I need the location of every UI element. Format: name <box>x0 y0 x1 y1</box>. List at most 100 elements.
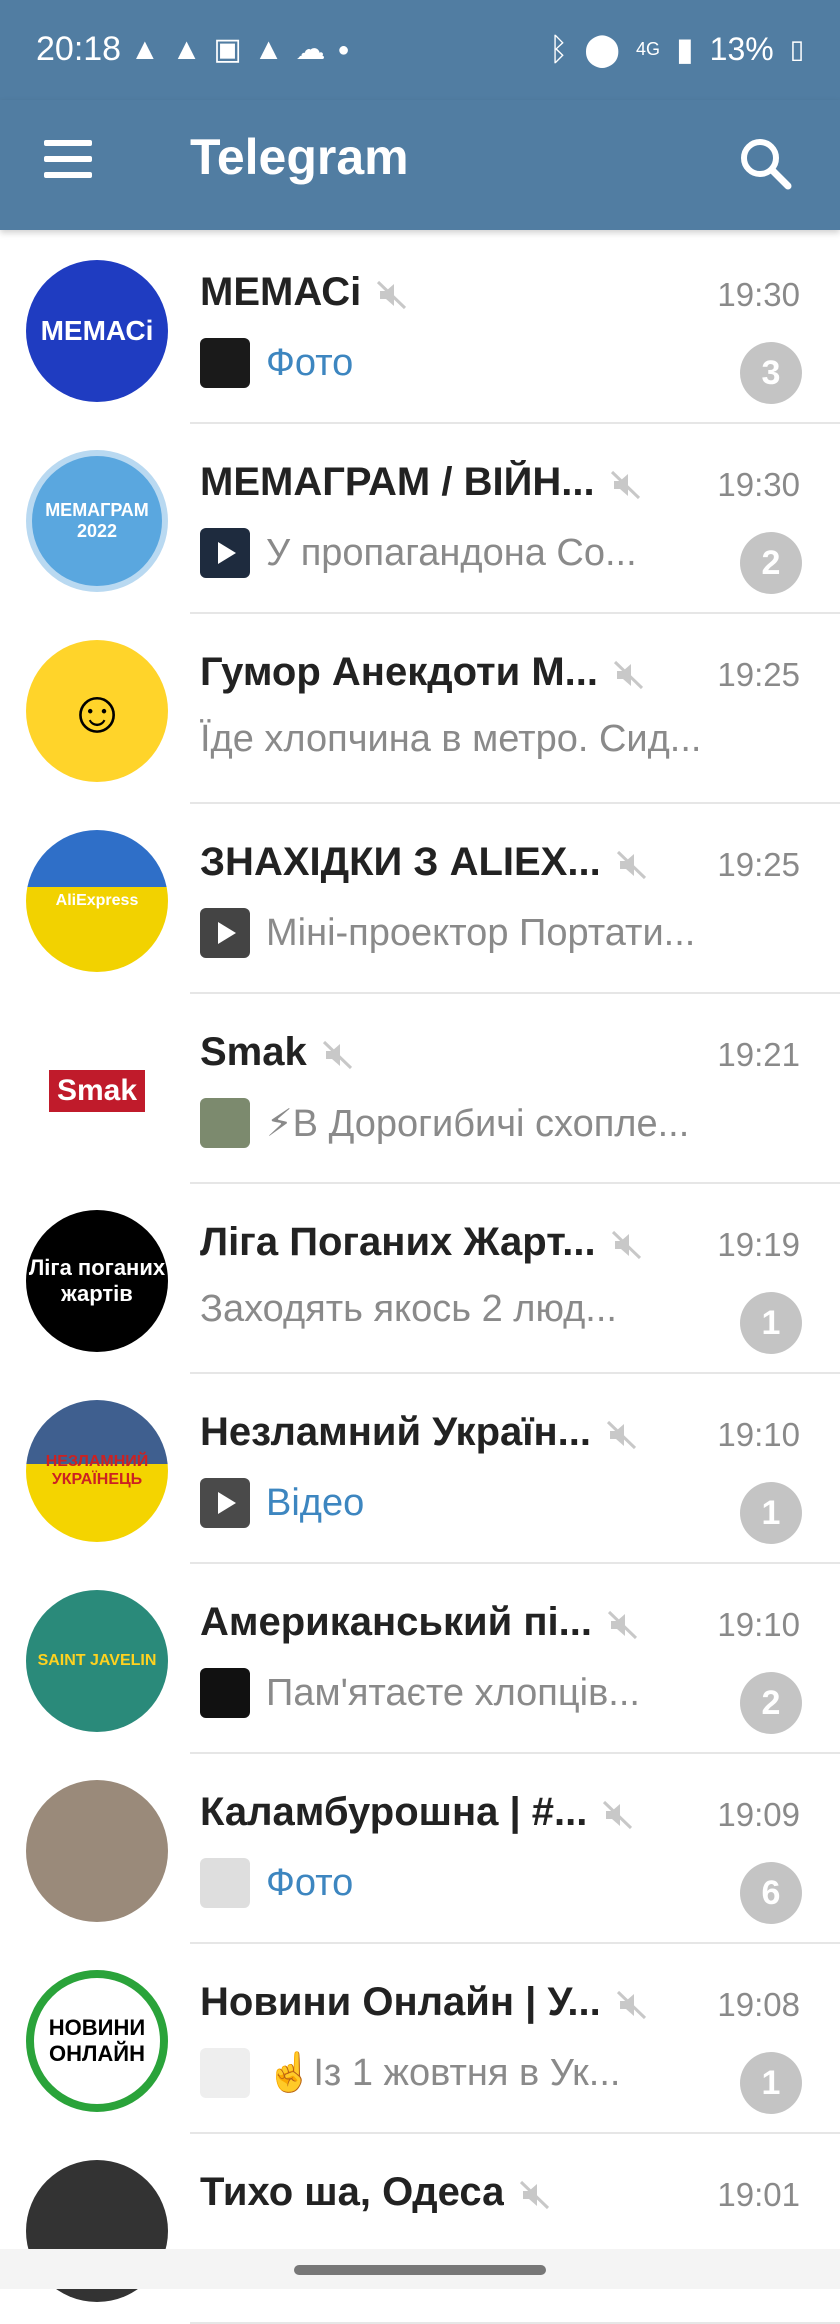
chat-title: МЕМАСі <box>200 270 362 314</box>
video-thumbnail <box>200 528 250 578</box>
chat-row[interactable]: Smak Smak 19:21 ⚡В Дорогибичі схопле... <box>0 994 840 1184</box>
media-thumbnail <box>200 1858 250 1908</box>
avatar-logo-text: Smak <box>48 1070 146 1112</box>
preview-text: Пам'ятаєте хлопців... <box>266 1671 640 1714</box>
bluetooth-icon: ᛒ <box>549 30 569 67</box>
chat-avatar[interactable]: МЕМАСі <box>26 260 168 402</box>
message-preview: Відео <box>200 1478 364 1528</box>
unread-badge: 6 <box>740 1862 802 1924</box>
chat-avatar[interactable]: SAINT JAVELIN <box>26 1590 168 1732</box>
media-thumbnail <box>200 1668 250 1718</box>
chat-title: ЗНАХІДКИ З ALIEX... <box>200 840 601 884</box>
muted-icon <box>611 1230 642 1260</box>
chat-row[interactable]: МЕМАСі МЕМАСі 19:30 Фото 3 <box>0 234 840 424</box>
image-icon: ▣ <box>213 33 242 66</box>
avatar-logo-text: SAINT JAVELIN <box>37 1652 157 1669</box>
chat-avatar[interactable]: Smak <box>26 1020 168 1162</box>
chat-time: 19:30 <box>717 466 800 503</box>
chat-title: Американський пі... <box>200 1600 592 1644</box>
chat-title: Незламний Україн... <box>200 1410 591 1454</box>
status-bar: 20:18 ▲ ▲ ▣ ▲ ☁ ● ᛒ ⬤ 4G ▮ 13% ▯ <box>0 0 840 100</box>
chat-row[interactable]: Ліга поганих жартів Ліга Поганих Жарт... 1… <box>0 1184 840 1374</box>
signal-icon: ▮ <box>676 31 694 67</box>
message-preview: Їде хлопчина в метро. Сид... <box>200 718 701 761</box>
message-preview: Заходять якось 2 люд... <box>200 1288 617 1331</box>
app-toolbar: Telegram <box>0 100 840 230</box>
chat-row[interactable]: НЕЗЛАМНИЙ УКРАЇНЕЦЬ Незламний Україн... 19… <box>0 1374 840 1564</box>
preview-text: У пропагандона Со... <box>266 531 637 574</box>
message-preview: У пропагандона Со... <box>200 528 637 578</box>
message-preview: Пам'ятаєте хлопців... <box>200 1668 640 1718</box>
system-icons: ᛒ ⬤ 4G ▮ 13% ▯ <box>549 30 804 68</box>
preview-text: Фото <box>266 1861 354 1904</box>
chat-time: 19:10 <box>717 1416 800 1453</box>
muted-icon <box>616 1990 647 2020</box>
network-type: 4G <box>636 38 661 59</box>
chat-row[interactable]: МЕМАГРАМ 2022 МЕМАГРАМ / ВІЙН... 19:30 У пр… <box>0 424 840 614</box>
cloud-icon: ☁ <box>295 33 326 66</box>
unread-badge: 2 <box>740 1672 802 1734</box>
message-preview: Міні-проектор Портати... <box>200 908 695 958</box>
chat-row[interactable]: НОВИНИ ОНЛАЙН Новини Онлайн | У... 19:08 ☝️… <box>0 1944 840 2134</box>
chat-row[interactable]: Каламбурошна | #... 19:09 Фото 6 <box>0 1754 840 1944</box>
avatar-logo-text: МЕМАГРАМ 2022 <box>45 500 149 541</box>
message-preview: ☝️Із 1 жовтня в Ук... <box>200 2048 620 2098</box>
avatar-logo-text: Ліга поганих жартів <box>28 1255 166 1306</box>
avatar-logo-text: НОВИНИ ОНЛАЙН <box>48 2015 146 2066</box>
unread-badge: 1 <box>740 1292 802 1354</box>
unread-badge: 3 <box>740 342 802 404</box>
chat-avatar[interactable]: Ліга поганих жартів <box>26 1210 168 1352</box>
chat-avatar[interactable] <box>26 1780 168 1922</box>
chat-avatar[interactable]: МЕМАГРАМ 2022 <box>26 450 168 592</box>
navigation-icon: ▲ <box>253 33 284 66</box>
chat-time: 19:30 <box>717 276 800 313</box>
chat-avatar[interactable]: AliExpress <box>26 830 168 972</box>
hamburger-menu-icon[interactable] <box>44 140 100 190</box>
chat-time: 19:21 <box>717 1036 800 1073</box>
media-thumbnail <box>200 1098 250 1148</box>
chat-row[interactable]: AliExpress ЗНАХІДКИ З ALIEX... 19:25 Міні-п… <box>0 804 840 994</box>
chat-time: 19:25 <box>717 656 800 693</box>
chat-title: Гумор Анекдоти М... <box>200 650 599 694</box>
battery-level: 13% <box>709 30 774 67</box>
preview-text: ☝️Із 1 жовтня в Ук... <box>266 2052 621 2094</box>
muted-icon <box>616 850 647 880</box>
home-gesture-handle[interactable] <box>294 2265 546 2275</box>
avatar-logo-text: AliExpress <box>55 892 139 909</box>
unread-badge: 1 <box>740 2052 802 2114</box>
chat-avatar[interactable]: НОВИНИ ОНЛАЙН <box>26 1970 168 2112</box>
chat-time: 19:08 <box>717 1986 800 2023</box>
chat-title: Smak <box>200 1030 307 1074</box>
play-icon <box>218 1492 236 1514</box>
dot-icon: ● <box>337 39 350 61</box>
muted-icon <box>602 1800 633 1830</box>
muted-icon <box>322 1040 353 1070</box>
preview-text: Заходять якось 2 люд... <box>200 1288 617 1330</box>
notification-icons: ▲ ▲ ▣ ▲ ☁ ● <box>130 33 350 67</box>
muted-icon <box>613 660 644 690</box>
chat-row[interactable]: SAINT JAVELIN Американський пі... 19:10 Пам… <box>0 1564 840 1754</box>
navigation-icon: ▲ <box>130 33 160 66</box>
play-icon <box>218 542 236 564</box>
chat-title: Новини Онлайн | У... <box>200 1980 601 2024</box>
avatar-logo-text: НЕЗЛАМНИЙ УКРАЇНЕЦЬ <box>45 1453 149 1488</box>
muted-icon <box>606 1420 637 1450</box>
chat-list: МЕМАСі МЕМАСі 19:30 Фото 3 МЕМАГРАМ 2022 МЕМАГ… <box>0 234 840 2324</box>
preview-text: ⚡В Дорогибичі схопле... <box>266 1102 690 1145</box>
muted-icon <box>519 2180 550 2210</box>
chat-avatar[interactable]: НЕЗЛАМНИЙ УКРАЇНЕЦЬ <box>26 1400 168 1542</box>
search-icon[interactable] <box>730 128 800 198</box>
media-thumbnail <box>200 2048 250 2098</box>
chat-row[interactable]: ☺ Гумор Анекдоти М... 19:25 Їде хлопчина в … <box>0 614 840 804</box>
location-icon: ⬤ <box>584 31 621 67</box>
chat-title: Ліга Поганих Жарт... <box>200 1220 596 1264</box>
message-preview: ⚡В Дорогибичі схопле... <box>200 1098 689 1148</box>
muted-icon <box>610 470 641 500</box>
unread-badge: 1 <box>740 1482 802 1544</box>
chat-row[interactable]: Тихо ша, Одеса 19:01 <box>0 2134 840 2324</box>
media-thumbnail <box>200 338 250 388</box>
message-preview: Фото <box>200 338 353 388</box>
chat-avatar[interactable]: ☺ <box>26 640 168 782</box>
play-icon <box>218 922 236 944</box>
message-preview: Фото <box>200 1858 353 1908</box>
